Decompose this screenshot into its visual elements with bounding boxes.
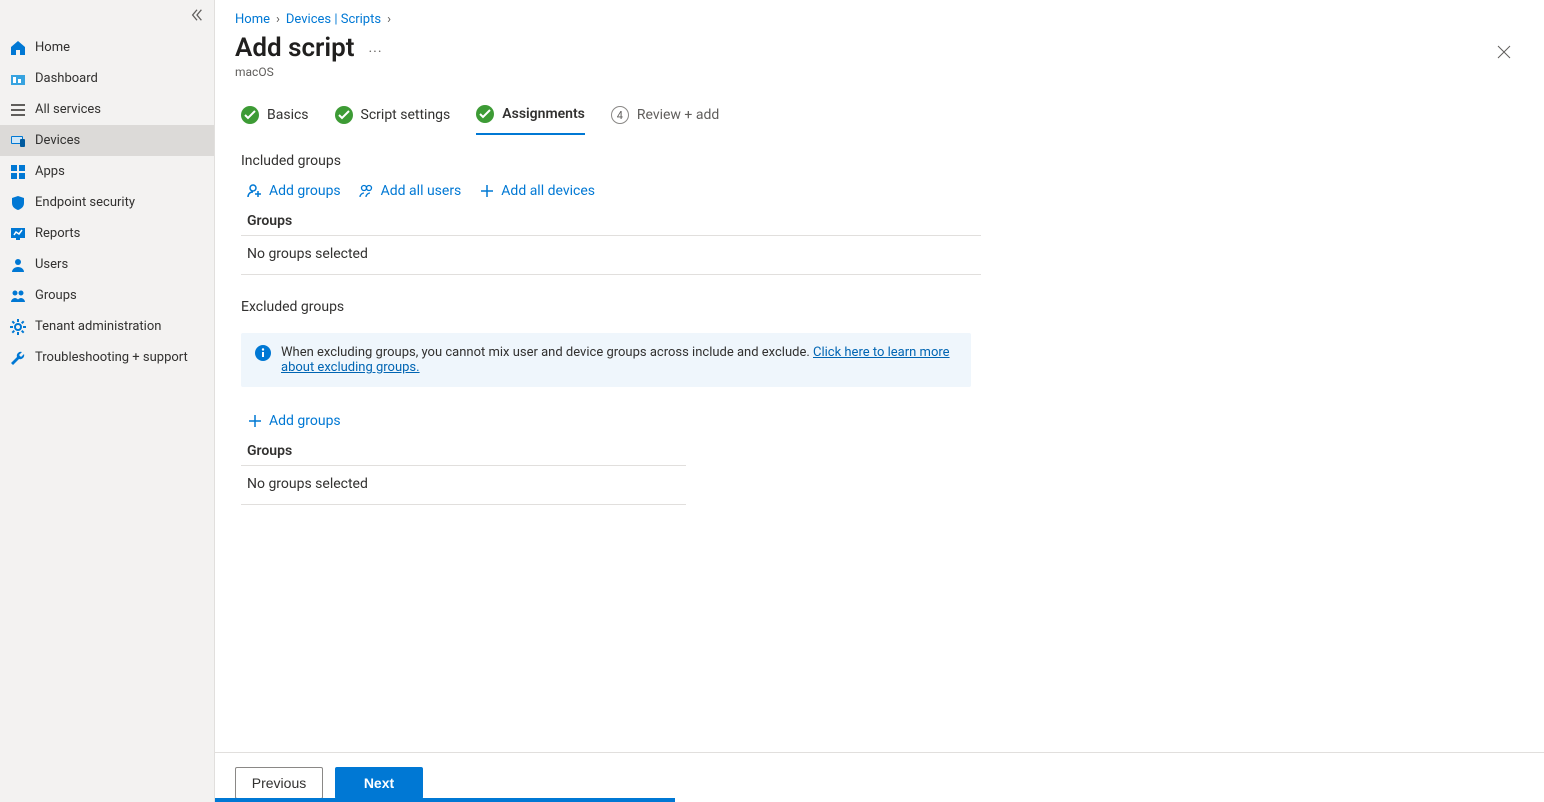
groups-icon xyxy=(10,288,26,304)
sidebar-item-users[interactable]: Users xyxy=(0,249,214,280)
sidebar-item-label: Reports xyxy=(35,226,80,241)
add-users-icon xyxy=(359,183,375,199)
step-review-add[interactable]: 4 Review + add xyxy=(611,106,719,134)
add-all-devices-button[interactable]: Add all devices xyxy=(479,183,595,199)
close-icon xyxy=(1496,44,1512,60)
excluded-groups-empty: No groups selected xyxy=(241,465,686,505)
wrench-icon xyxy=(10,350,26,366)
sidebar-item-label: All services xyxy=(35,102,101,117)
home-icon xyxy=(10,40,26,56)
breadcrumb: Home › Devices | Scripts › xyxy=(215,0,1544,31)
plus-icon xyxy=(247,413,263,429)
action-label: Add groups xyxy=(269,183,341,199)
page-title: Add script xyxy=(235,33,355,63)
included-groups-label: Groups xyxy=(241,207,1524,235)
list-icon xyxy=(10,102,26,118)
sidebar-item-label: Users xyxy=(35,257,68,272)
progress-line xyxy=(215,798,675,802)
sidebar-item-label: Troubleshooting + support xyxy=(35,350,188,365)
chevron-double-left-icon xyxy=(190,8,204,22)
action-label: Add all devices xyxy=(501,183,595,199)
sidebar-item-label: Apps xyxy=(35,164,65,179)
breadcrumb-home[interactable]: Home xyxy=(235,12,270,27)
sidebar-item-label: Home xyxy=(35,40,70,55)
step-basics[interactable]: Basics xyxy=(241,106,309,134)
step-number-icon: 4 xyxy=(611,106,629,124)
close-button[interactable] xyxy=(1494,42,1514,66)
sidebar-item-label: Tenant administration xyxy=(35,319,161,334)
step-script-settings[interactable]: Script settings xyxy=(335,106,451,134)
step-tabs: Basics Script settings Assignments 4 Rev… xyxy=(241,105,1524,135)
sidebar-item-groups[interactable]: Groups xyxy=(0,280,214,311)
info-icon xyxy=(255,345,271,365)
step-label: Review + add xyxy=(637,107,719,123)
sidebar-item-apps[interactable]: Apps xyxy=(0,156,214,187)
more-actions-button[interactable]: ··· xyxy=(365,44,387,60)
step-label: Basics xyxy=(267,107,309,123)
dashboard-icon xyxy=(10,71,26,87)
sidebar-item-all-services[interactable]: All services xyxy=(0,94,214,125)
sidebar-item-label: Endpoint security xyxy=(35,195,135,210)
sidebar-item-devices[interactable]: Devices xyxy=(0,125,214,156)
wizard-footer: Previous Next xyxy=(215,752,1544,802)
main-content: Home › Devices | Scripts › Add script ··… xyxy=(215,0,1544,802)
excluded-add-groups-button[interactable]: Add groups xyxy=(247,413,341,429)
next-button[interactable]: Next xyxy=(335,767,423,799)
reports-icon xyxy=(10,226,26,242)
page-subtitle: macOS xyxy=(215,63,1544,79)
add-all-users-button[interactable]: Add all users xyxy=(359,183,462,199)
previous-button[interactable]: Previous xyxy=(235,767,323,799)
user-icon xyxy=(10,257,26,273)
shield-icon xyxy=(10,195,26,211)
included-groups-heading: Included groups xyxy=(241,153,1524,169)
info-text: When excluding groups, you cannot mix us… xyxy=(281,345,813,360)
breadcrumb-devices-scripts[interactable]: Devices | Scripts xyxy=(286,12,381,27)
sidebar: Home Dashboard All services Devices Apps… xyxy=(0,0,215,802)
sidebar-item-home[interactable]: Home xyxy=(0,32,214,63)
devices-icon xyxy=(10,133,26,149)
action-label: Add groups xyxy=(269,413,341,429)
sidebar-collapse-button[interactable] xyxy=(180,2,214,32)
check-icon xyxy=(476,105,494,123)
sidebar-item-label: Dashboard xyxy=(35,71,98,86)
add-person-icon xyxy=(247,183,263,199)
sidebar-item-troubleshooting[interactable]: Troubleshooting + support xyxy=(0,342,214,373)
sidebar-item-reports[interactable]: Reports xyxy=(0,218,214,249)
sidebar-item-dashboard[interactable]: Dashboard xyxy=(0,63,214,94)
gear-icon xyxy=(10,319,26,335)
add-groups-button[interactable]: Add groups xyxy=(247,183,341,199)
info-banner: When excluding groups, you cannot mix us… xyxy=(241,333,971,387)
sidebar-item-tenant-admin[interactable]: Tenant administration xyxy=(0,311,214,342)
check-icon xyxy=(241,106,259,124)
excluded-groups-label: Groups xyxy=(241,437,1524,465)
included-groups-empty: No groups selected xyxy=(241,235,981,275)
chevron-right-icon: › xyxy=(387,12,391,27)
sidebar-item-label: Devices xyxy=(35,133,80,148)
plus-icon xyxy=(479,183,495,199)
step-label: Script settings xyxy=(361,107,451,123)
check-icon xyxy=(335,106,353,124)
excluded-groups-heading: Excluded groups xyxy=(241,299,1524,315)
chevron-right-icon: › xyxy=(276,12,280,27)
step-assignments[interactable]: Assignments xyxy=(476,105,585,135)
step-label: Assignments xyxy=(502,106,585,122)
action-label: Add all users xyxy=(381,183,462,199)
sidebar-item-endpoint-security[interactable]: Endpoint security xyxy=(0,187,214,218)
apps-icon xyxy=(10,164,26,180)
sidebar-item-label: Groups xyxy=(35,288,77,303)
